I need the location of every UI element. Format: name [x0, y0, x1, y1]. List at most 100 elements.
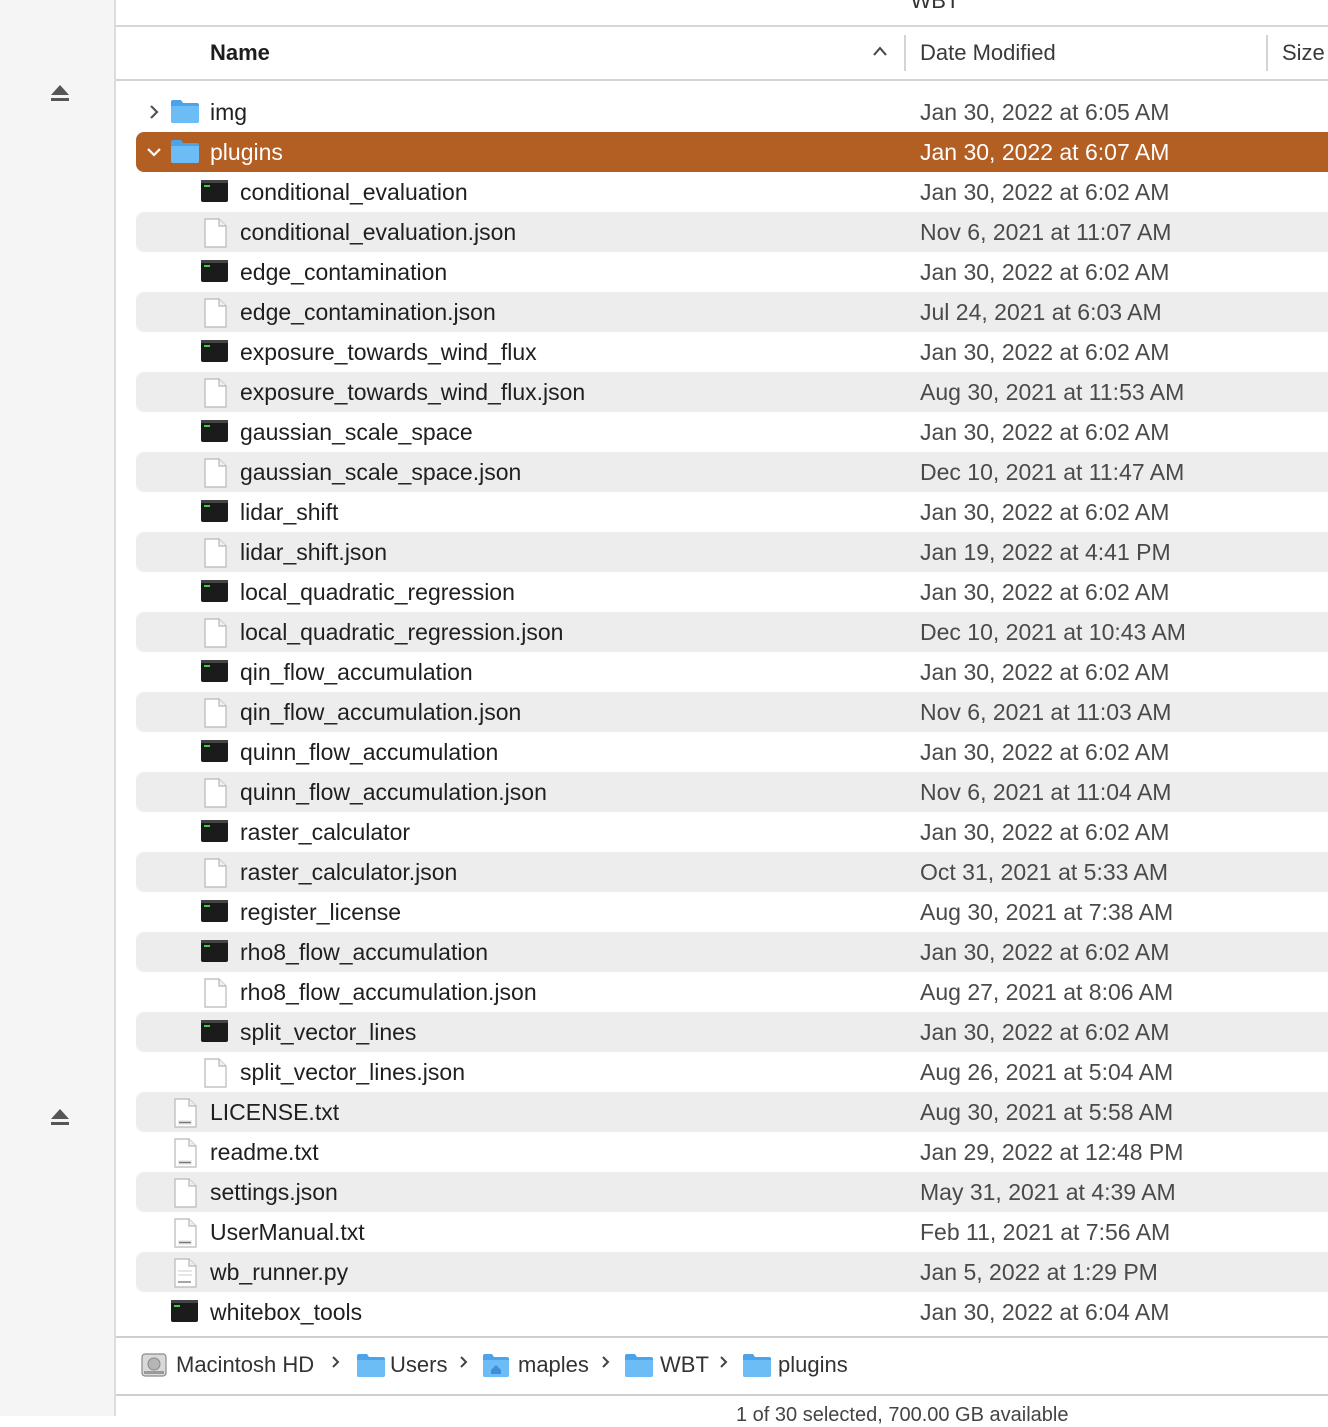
file-name: edge_contamination.json [240, 299, 496, 325]
date-modified: Jan 19, 2022 at 4:41 PM [920, 539, 1171, 565]
path-crumb[interactable]: WBT [660, 1352, 709, 1378]
list-item[interactable]: conditional_evaluation Jan 30, 2022 at 6:… [136, 172, 1328, 212]
chevron-right-icon[interactable] [146, 103, 162, 121]
file-name: rho8_flow_accumulation.json [240, 979, 537, 1005]
date-modified: Jan 30, 2022 at 6:02 AM [920, 819, 1170, 845]
document-icon [170, 1178, 200, 1208]
file-name: gaussian_scale_space [240, 419, 473, 445]
list-item[interactable]: UserManual.txt Feb 11, 2021 at 7:56 AM [136, 1212, 1328, 1252]
date-modified: Jul 24, 2021 at 6:03 AM [920, 299, 1162, 325]
exec-icon [200, 418, 230, 446]
file-name: conditional_evaluation.json [240, 219, 517, 245]
document-icon [200, 1058, 230, 1088]
date-modified: Jan 30, 2022 at 6:02 AM [920, 1019, 1170, 1045]
column-divider[interactable] [1266, 35, 1268, 71]
list-item[interactable]: split_vector_lines Jan 30, 2022 at 6:02 A… [136, 1012, 1328, 1052]
eject-icon[interactable] [49, 83, 71, 103]
date-modified: Nov 6, 2021 at 11:03 AM [920, 699, 1172, 725]
list-item[interactable]: raster_calculator.json Oct 31, 2021 at 5:… [136, 852, 1328, 892]
file-name: qin_flow_accumulation [240, 659, 473, 685]
list-item[interactable]: raster_calculator Jan 30, 2022 at 6:02 AM [136, 812, 1328, 852]
list-item[interactable]: register_license Aug 30, 2021 at 7:38 AM [136, 892, 1328, 932]
exec-icon [200, 338, 230, 366]
exec-icon [200, 178, 230, 206]
list-item[interactable]: whitebox_tools Jan 30, 2022 at 6:04 AM [136, 1292, 1328, 1332]
size-column-header[interactable]: Size [1282, 40, 1325, 66]
list-item[interactable]: LICENSE.txt Aug 30, 2021 at 5:58 AM [136, 1092, 1328, 1132]
text-file-icon [170, 1098, 200, 1128]
list-item[interactable]: edge_contamination.json Jul 24, 2021 at 6… [136, 292, 1328, 332]
date-modified: May 31, 2021 at 4:39 AM [920, 1179, 1176, 1205]
list-item[interactable]: gaussian_scale_space Jan 30, 2022 at 6:02… [136, 412, 1328, 452]
file-name: gaussian_scale_space.json [240, 459, 522, 485]
date-modified: Feb 11, 2021 at 7:56 AM [920, 1219, 1171, 1245]
list-item[interactable]: conditional_evaluation.json Nov 6, 2021 a… [136, 212, 1328, 252]
list-item[interactable]: img Jan 30, 2022 at 6:05 AM [136, 92, 1328, 132]
list-item[interactable]: lidar_shift Jan 30, 2022 at 6:02 AM [136, 492, 1328, 532]
name-column-header[interactable]: Name [210, 40, 270, 66]
path-crumb[interactable]: maples [518, 1352, 589, 1378]
list-item[interactable]: local_quadratic_regression Jan 30, 2022 a… [136, 572, 1328, 612]
list-item[interactable]: local_quadratic_regression.json Dec 10, 2… [136, 612, 1328, 652]
list-item[interactable]: qin_flow_accumulation Jan 30, 2022 at 6:0… [136, 652, 1328, 692]
folder-icon [356, 1352, 385, 1378]
date-modified: Jan 30, 2022 at 6:02 AM [920, 179, 1170, 205]
date-modified: Jan 5, 2022 at 1:29 PM [920, 1259, 1158, 1285]
document-icon [200, 458, 230, 488]
list-item[interactable]: settings.json May 31, 2021 at 4:39 AM [136, 1172, 1328, 1212]
list-item[interactable]: split_vector_lines.json Aug 26, 2021 at 5… [136, 1052, 1328, 1092]
list-item[interactable]: rho8_flow_accumulation.json Aug 27, 2021 … [136, 972, 1328, 1012]
file-name: whitebox_tools [210, 1299, 363, 1325]
chevron-down-icon[interactable] [146, 143, 162, 161]
list-item[interactable]: rho8_flow_accumulation Jan 30, 2022 at 6:… [136, 932, 1328, 972]
list-item-selected[interactable]: plugins Jan 30, 2022 at 6:07 AM [136, 132, 1328, 172]
eject-icon[interactable] [49, 1107, 71, 1127]
file-name: lidar_shift [240, 499, 339, 525]
date-modified: Aug 27, 2021 at 8:06 AM [920, 979, 1174, 1005]
file-name: exposure_towards_wind_flux.json [240, 379, 586, 405]
date-modified: Jan 30, 2022 at 6:04 AM [920, 1299, 1170, 1325]
chevron-right-icon [330, 1352, 342, 1378]
file-name: qin_flow_accumulation.json [240, 699, 522, 725]
exec-icon [200, 818, 230, 846]
path-bar: Macintosh HD Users maples WBT plugins [116, 1336, 1328, 1396]
list-item[interactable]: lidar_shift.json Jan 19, 2022 at 4:41 PM [136, 532, 1328, 572]
file-name: lidar_shift.json [240, 539, 388, 565]
file-name: raster_calculator.json [240, 859, 458, 885]
date-modified: Nov 6, 2021 at 11:04 AM [920, 779, 1172, 805]
list-item[interactable]: exposure_towards_wind_flux Jan 30, 2022 a… [136, 332, 1328, 372]
list-item[interactable]: gaussian_scale_space.json Dec 10, 2021 at… [136, 452, 1328, 492]
document-icon [200, 538, 230, 568]
file-name: rho8_flow_accumulation [240, 939, 489, 965]
list-item[interactable]: quinn_flow_accumulation Jan 30, 2022 at 6… [136, 732, 1328, 772]
list-item[interactable]: qin_flow_accumulation.json Nov 6, 2021 at… [136, 692, 1328, 732]
date-modified: Dec 10, 2021 at 10:43 AM [920, 619, 1186, 645]
date-modified: Aug 30, 2021 at 5:58 AM [920, 1099, 1174, 1125]
document-icon [200, 298, 230, 328]
list-item[interactable]: wb_runner.py Jan 5, 2022 at 1:29 PM [136, 1252, 1328, 1292]
file-name: edge_contamination [240, 259, 448, 285]
document-icon [200, 978, 230, 1008]
exec-icon [200, 258, 230, 286]
file-name: wb_runner.py [210, 1259, 349, 1285]
list-item[interactable]: quinn_flow_accumulation.json Nov 6, 2021 … [136, 772, 1328, 812]
exec-icon [200, 498, 230, 526]
text-file-icon [170, 1138, 200, 1168]
file-name: UserManual.txt [210, 1219, 365, 1245]
list-item[interactable]: edge_contamination Jan 30, 2022 at 6:02 A… [136, 252, 1328, 292]
date-column-header[interactable]: Date Modified [920, 40, 1056, 66]
path-crumb[interactable]: Macintosh HD [176, 1352, 314, 1378]
path-crumb[interactable]: plugins [778, 1352, 848, 1378]
path-crumb[interactable]: Users [390, 1352, 447, 1378]
file-name: local_quadratic_regression [240, 579, 515, 605]
exec-icon [200, 1018, 230, 1046]
sort-ascending-icon[interactable] [872, 45, 888, 57]
exec-icon [200, 658, 230, 686]
python-file-icon [170, 1258, 200, 1288]
file-name: split_vector_lines [240, 1019, 417, 1045]
date-modified: Jan 30, 2022 at 6:02 AM [920, 739, 1170, 765]
date-modified: Jan 30, 2022 at 6:02 AM [920, 939, 1170, 965]
list-item[interactable]: readme.txt Jan 29, 2022 at 12:48 PM [136, 1132, 1328, 1172]
list-item[interactable]: exposure_towards_wind_flux.json Aug 30, 2… [136, 372, 1328, 412]
column-divider[interactable] [904, 35, 906, 71]
